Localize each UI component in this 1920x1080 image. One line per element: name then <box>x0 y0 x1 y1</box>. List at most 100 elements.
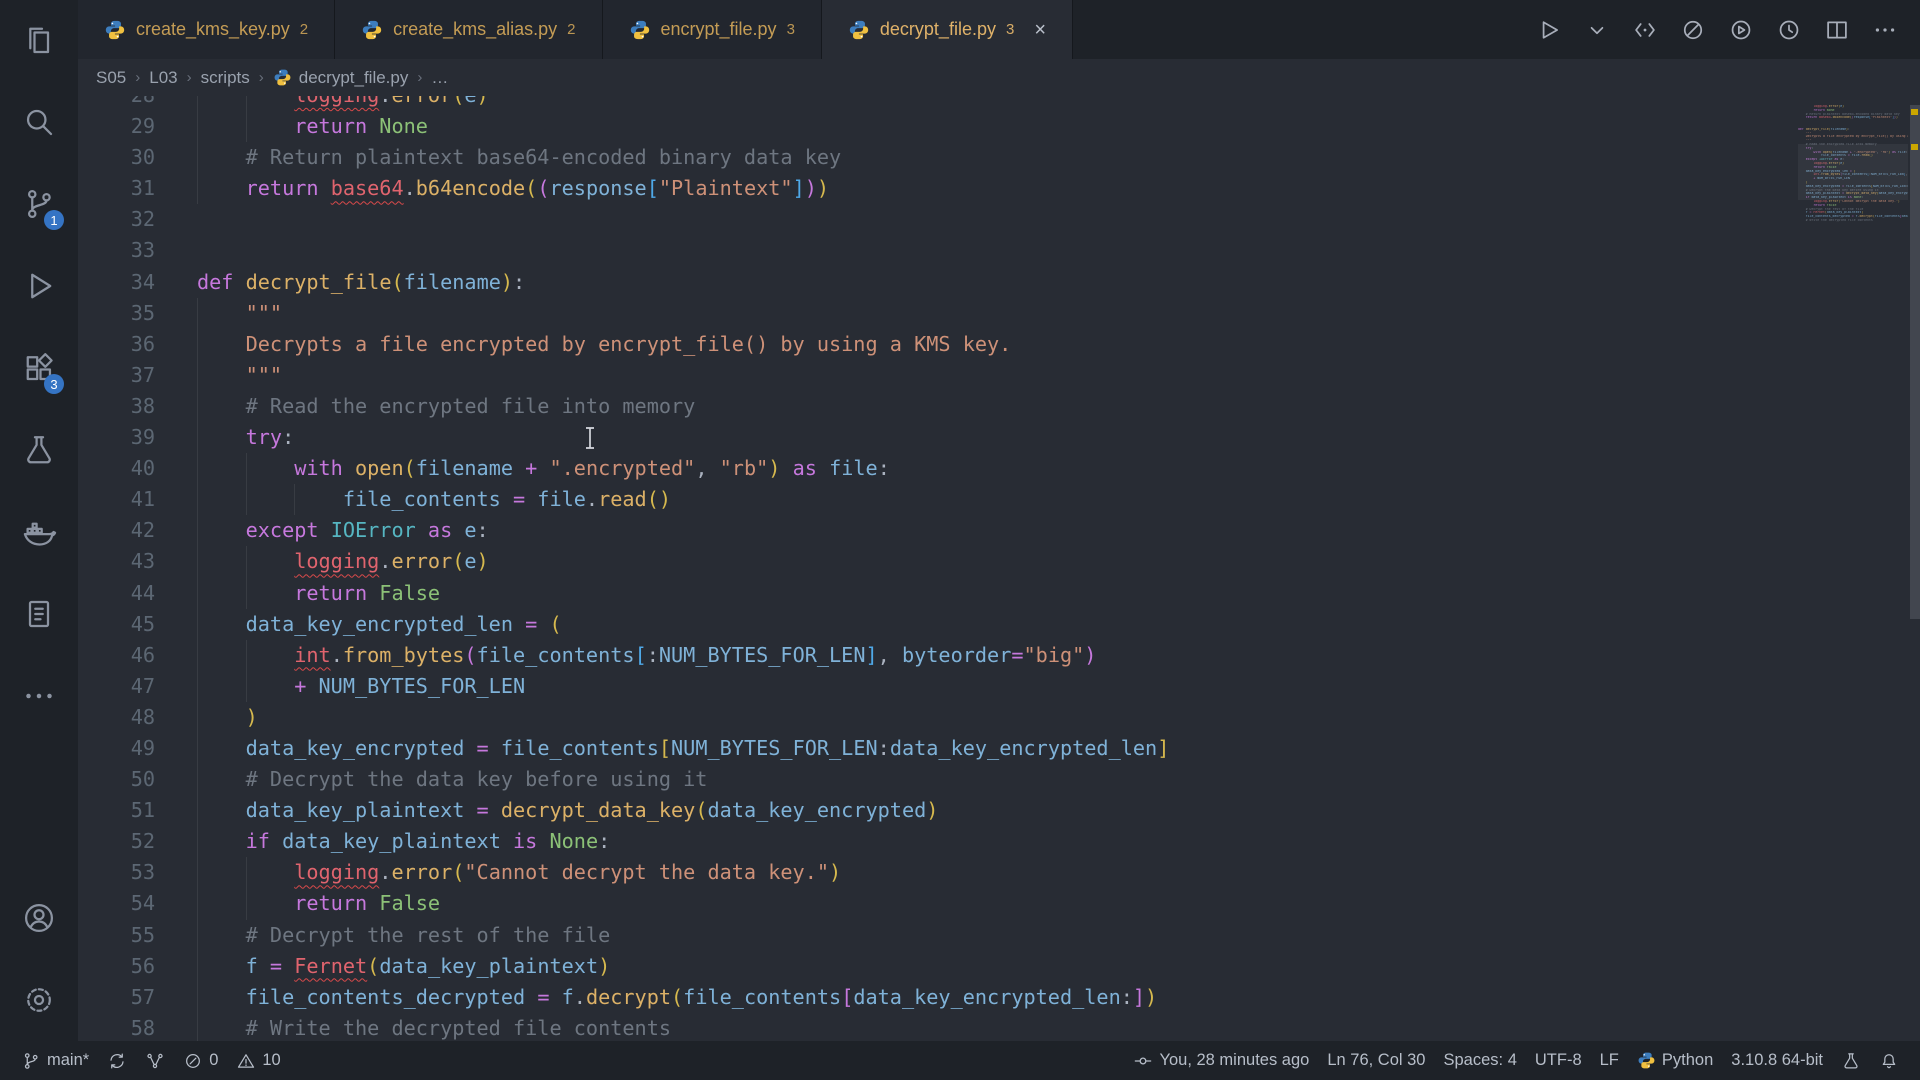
code-line-39[interactable]: 39try: <box>78 422 1790 453</box>
history-icon <box>1776 17 1802 43</box>
status-sync[interactable] <box>98 1041 136 1080</box>
status-cursor-position-label: Ln 76, Col 30 <box>1327 1051 1425 1070</box>
code-line-49[interactable]: 49data_key_encrypted = file_contents[NUM… <box>78 733 1790 764</box>
code-line-40[interactable]: 40with open(filename + ".encrypted", "rb… <box>78 453 1790 484</box>
code-line-48[interactable]: 48) <box>78 702 1790 733</box>
code-line-44[interactable]: 44return False <box>78 578 1790 609</box>
code-line-31[interactable]: 31return base64.b64encode((response["Pla… <box>78 173 1790 204</box>
code-line-56[interactable]: 56f = Fernet(data_key_plaintext) <box>78 951 1790 982</box>
activity-explorer[interactable] <box>11 16 67 64</box>
tab-create_kms_key.py[interactable]: create_kms_key.py2 <box>78 0 335 59</box>
activity-extensions[interactable]: 3 <box>11 344 67 392</box>
line-number: 31 <box>78 173 155 204</box>
breadcrumb-item[interactable]: scripts <box>201 68 250 88</box>
status-notifications[interactable] <box>1870 1041 1908 1080</box>
line-number: 54 <box>78 888 155 919</box>
code-line-57[interactable]: 57file_contents_decrypted = f.decrypt(fi… <box>78 982 1790 1013</box>
code-line-35[interactable]: 35""" <box>78 298 1790 329</box>
status-errors[interactable]: 0 <box>174 1041 227 1080</box>
line-number: 58 <box>78 1013 155 1041</box>
code-line-37[interactable]: 37""" <box>78 360 1790 391</box>
line-content: logging.error("Cannot decrypt the data k… <box>197 857 841 888</box>
tab-decrypt_file.py[interactable]: decrypt_file.py3× <box>822 0 1073 59</box>
code-line-54[interactable]: 54return False <box>78 888 1790 919</box>
status-right: You, 28 minutes ago Ln 76, Col 30 Spaces: … <box>1124 1041 1908 1080</box>
code-line-33[interactable]: 33 <box>78 235 1790 266</box>
scrollbar[interactable] <box>1910 105 1920 619</box>
activity-source-control[interactable]: 1 <box>11 180 67 228</box>
run-dropdown[interactable] <box>1584 17 1610 43</box>
more-actions-icon[interactable] <box>1872 17 1898 43</box>
open-changes-icon[interactable] <box>1632 17 1658 43</box>
code-line-47[interactable]: 47+ NUM_BYTES_FOR_LEN <box>78 671 1790 702</box>
editor-actions <box>1514 0 1920 59</box>
run-button[interactable] <box>1536 17 1562 43</box>
activity-search[interactable] <box>11 98 67 146</box>
line-number: 50 <box>78 764 155 795</box>
close-icon[interactable]: × <box>1034 20 1046 40</box>
status-eol[interactable]: LF <box>1591 1041 1628 1080</box>
activity-more[interactable] <box>11 672 67 720</box>
status-git-branch[interactable]: main* <box>12 1041 98 1080</box>
code-line-28[interactable]: 28logging.error(e) <box>78 96 1790 111</box>
code-line-32[interactable]: 32 <box>78 204 1790 235</box>
workbench: 13 create_kms_key.py2create_kms_alias.py… <box>0 0 1920 1041</box>
activity-settings[interactable] <box>11 976 67 1024</box>
breadcrumb-item[interactable]: S05 <box>96 68 126 88</box>
status-errors-label: 0 <box>209 1051 218 1070</box>
status-warnings[interactable]: 10 <box>227 1041 289 1080</box>
status-interpreter[interactable]: 3.10.8 64-bit <box>1722 1041 1832 1080</box>
activity-notes[interactable] <box>11 590 67 638</box>
minimap-slider[interactable] <box>1798 144 1908 200</box>
status-commit-graph[interactable] <box>136 1041 174 1080</box>
code-line-34[interactable]: 34def decrypt_file(filename): <box>78 267 1790 298</box>
activity-run-debug[interactable] <box>11 262 67 310</box>
code-line-51[interactable]: 51data_key_plaintext = decrypt_data_key(… <box>78 795 1790 826</box>
explorer-icon <box>21 22 57 58</box>
activity-docker[interactable] <box>11 508 67 556</box>
code-line-43[interactable]: 43logging.error(e) <box>78 546 1790 577</box>
history-icon[interactable] <box>1776 17 1802 43</box>
code-line-41[interactable]: 41file_contents = file.read() <box>78 484 1790 515</box>
breadcrumb-item[interactable]: decrypt_file.py <box>273 68 409 88</box>
breadcrumb-label: … <box>431 68 448 88</box>
commit-graph-icon <box>145 1051 165 1071</box>
status-encoding[interactable]: UTF-8 <box>1526 1041 1591 1080</box>
status-test-beaker[interactable] <box>1832 1041 1870 1080</box>
breadcrumb-item[interactable]: L03 <box>149 68 177 88</box>
line-number: 41 <box>78 484 155 515</box>
warnings-icon <box>236 1051 256 1071</box>
run-circle-icon[interactable] <box>1728 17 1754 43</box>
tab-encrypt_file.py[interactable]: encrypt_file.py3 <box>603 0 822 59</box>
line-number: 29 <box>78 111 155 142</box>
activity-account[interactable] <box>11 894 67 942</box>
code-line-55[interactable]: 55# Decrypt the rest of the file <box>78 920 1790 951</box>
code-editor[interactable]: 28logging.error(e)29return None30# Retur… <box>78 96 1920 1041</box>
code-line-45[interactable]: 45data_key_encrypted_len = ( <box>78 609 1790 640</box>
settings-icon <box>21 982 57 1018</box>
status-cursor-position[interactable]: Ln 76, Col 30 <box>1318 1041 1434 1080</box>
line-content: def decrypt_file(filename): <box>197 267 525 298</box>
extensions-badge: 3 <box>44 374 64 394</box>
tab-create_kms_alias.py[interactable]: create_kms_alias.py2 <box>335 0 602 59</box>
line-number: 39 <box>78 422 155 453</box>
breadcrumb-item[interactable]: … <box>431 68 448 88</box>
code-line-46[interactable]: 46int.from_bytes(file_contents[:NUM_BYTE… <box>78 640 1790 671</box>
code-line-42[interactable]: 42except IOError as e: <box>78 515 1790 546</box>
status-indentation[interactable]: Spaces: 4 <box>1434 1041 1525 1080</box>
code-line-58[interactable]: 58# Write the decrypted file contents <box>78 1013 1790 1041</box>
circle-slash-icon[interactable] <box>1680 17 1706 43</box>
code-line-36[interactable]: 36Decrypts a file encrypted by encrypt_f… <box>78 329 1790 360</box>
code-line-29[interactable]: 29return None <box>78 111 1790 142</box>
code-line-52[interactable]: 52if data_key_plaintext is None: <box>78 826 1790 857</box>
code-line-53[interactable]: 53logging.error("Cannot decrypt the data… <box>78 857 1790 888</box>
line-number: 44 <box>78 578 155 609</box>
code-line-38[interactable]: 38# Read the encrypted file into memory <box>78 391 1790 422</box>
activity-testing[interactable] <box>11 426 67 474</box>
split-editor-icon[interactable] <box>1824 17 1850 43</box>
status-language[interactable]: Python <box>1628 1041 1722 1080</box>
code-line-50[interactable]: 50# Decrypt the data key before using it <box>78 764 1790 795</box>
status-blame[interactable]: You, 28 minutes ago <box>1124 1041 1318 1080</box>
activity-bar: 13 <box>0 0 78 1041</box>
code-line-30[interactable]: 30# Return plaintext base64-encoded bina… <box>78 142 1790 173</box>
